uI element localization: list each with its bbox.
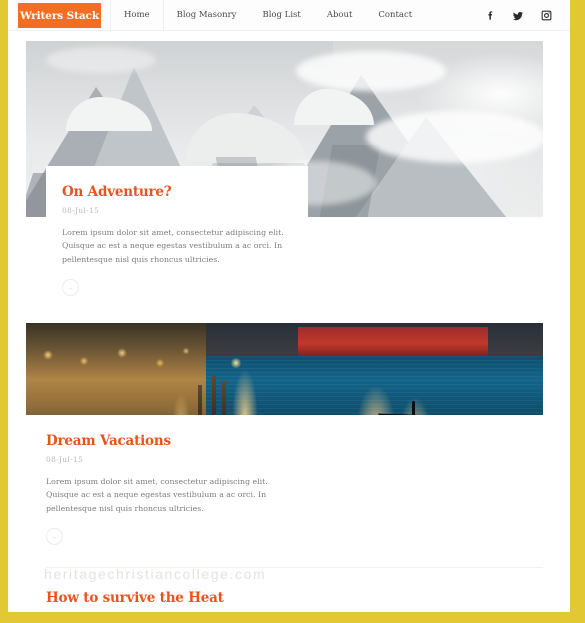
post-excerpt: Lorem ipsum dolor sit amet, consectetur … [62, 228, 284, 264]
nav-item-blog-list[interactable]: Blog List [249, 0, 313, 31]
instagram-icon[interactable] [540, 10, 552, 22]
post-card-on-adventure: On Adventure? 08-Jul-15 Lorem ipsum dolo… [46, 166, 308, 301]
nav-item-contact[interactable]: Contact [365, 0, 425, 31]
post-card-dream-vacations: Dream Vacations 08-Jul-15 Lorem ipsum do… [46, 415, 543, 546]
mooring-post [222, 381, 226, 415]
canal-lamp [231, 357, 241, 369]
post-date: 08-Jul-15 [46, 455, 84, 464]
post-card-how-to-survive-the-heat: How to survive the Heat 08-Jul-15 Lorem … [46, 567, 543, 612]
read-more-button[interactable]: – [46, 528, 63, 546]
page-gold-frame: Writers Stack Home Blog Masonry Blog Lis… [0, 0, 585, 623]
post-title[interactable]: Dream Vacations [46, 433, 543, 449]
gondolier [412, 401, 415, 415]
cloud-wisp [296, 51, 446, 91]
site-header: Writers Stack Home Blog Masonry Blog Lis… [8, 0, 570, 31]
post-title[interactable]: On Adventure? [62, 184, 292, 200]
twitter-icon[interactable] [512, 10, 524, 22]
cloud-wisp [46, 47, 156, 73]
read-more-button[interactable]: – [62, 279, 79, 297]
nav-item-about[interactable]: About [314, 0, 366, 31]
cloud-wisp [366, 111, 543, 163]
page-content-area: Writers Stack Home Blog Masonry Blog Lis… [8, 0, 570, 612]
venice-photo [26, 323, 543, 415]
post-list: On Adventure? 08-Jul-15 Lorem ipsum dolo… [8, 41, 570, 612]
nav-item-blog-masonry[interactable]: Blog Masonry [164, 0, 250, 31]
post-excerpt: Lorem ipsum dolor sit amet, consectetur … [46, 477, 268, 513]
social-links [484, 0, 552, 31]
brand-logo[interactable]: Writers Stack [18, 3, 101, 28]
quay-lights [26, 345, 206, 385]
post-media-venice-canal[interactable] [26, 323, 543, 415]
post-date: 08-Jul-15 [62, 206, 100, 215]
mooring-post [198, 385, 202, 415]
facebook-icon[interactable] [484, 10, 496, 22]
nav-item-home[interactable]: Home [110, 0, 164, 31]
post-title[interactable]: How to survive the Heat [46, 590, 543, 606]
mooring-post [212, 375, 216, 415]
brand-logo-text: Writers Stack [19, 9, 100, 22]
main-navigation: Home Blog Masonry Blog List About Contac… [110, 0, 425, 31]
